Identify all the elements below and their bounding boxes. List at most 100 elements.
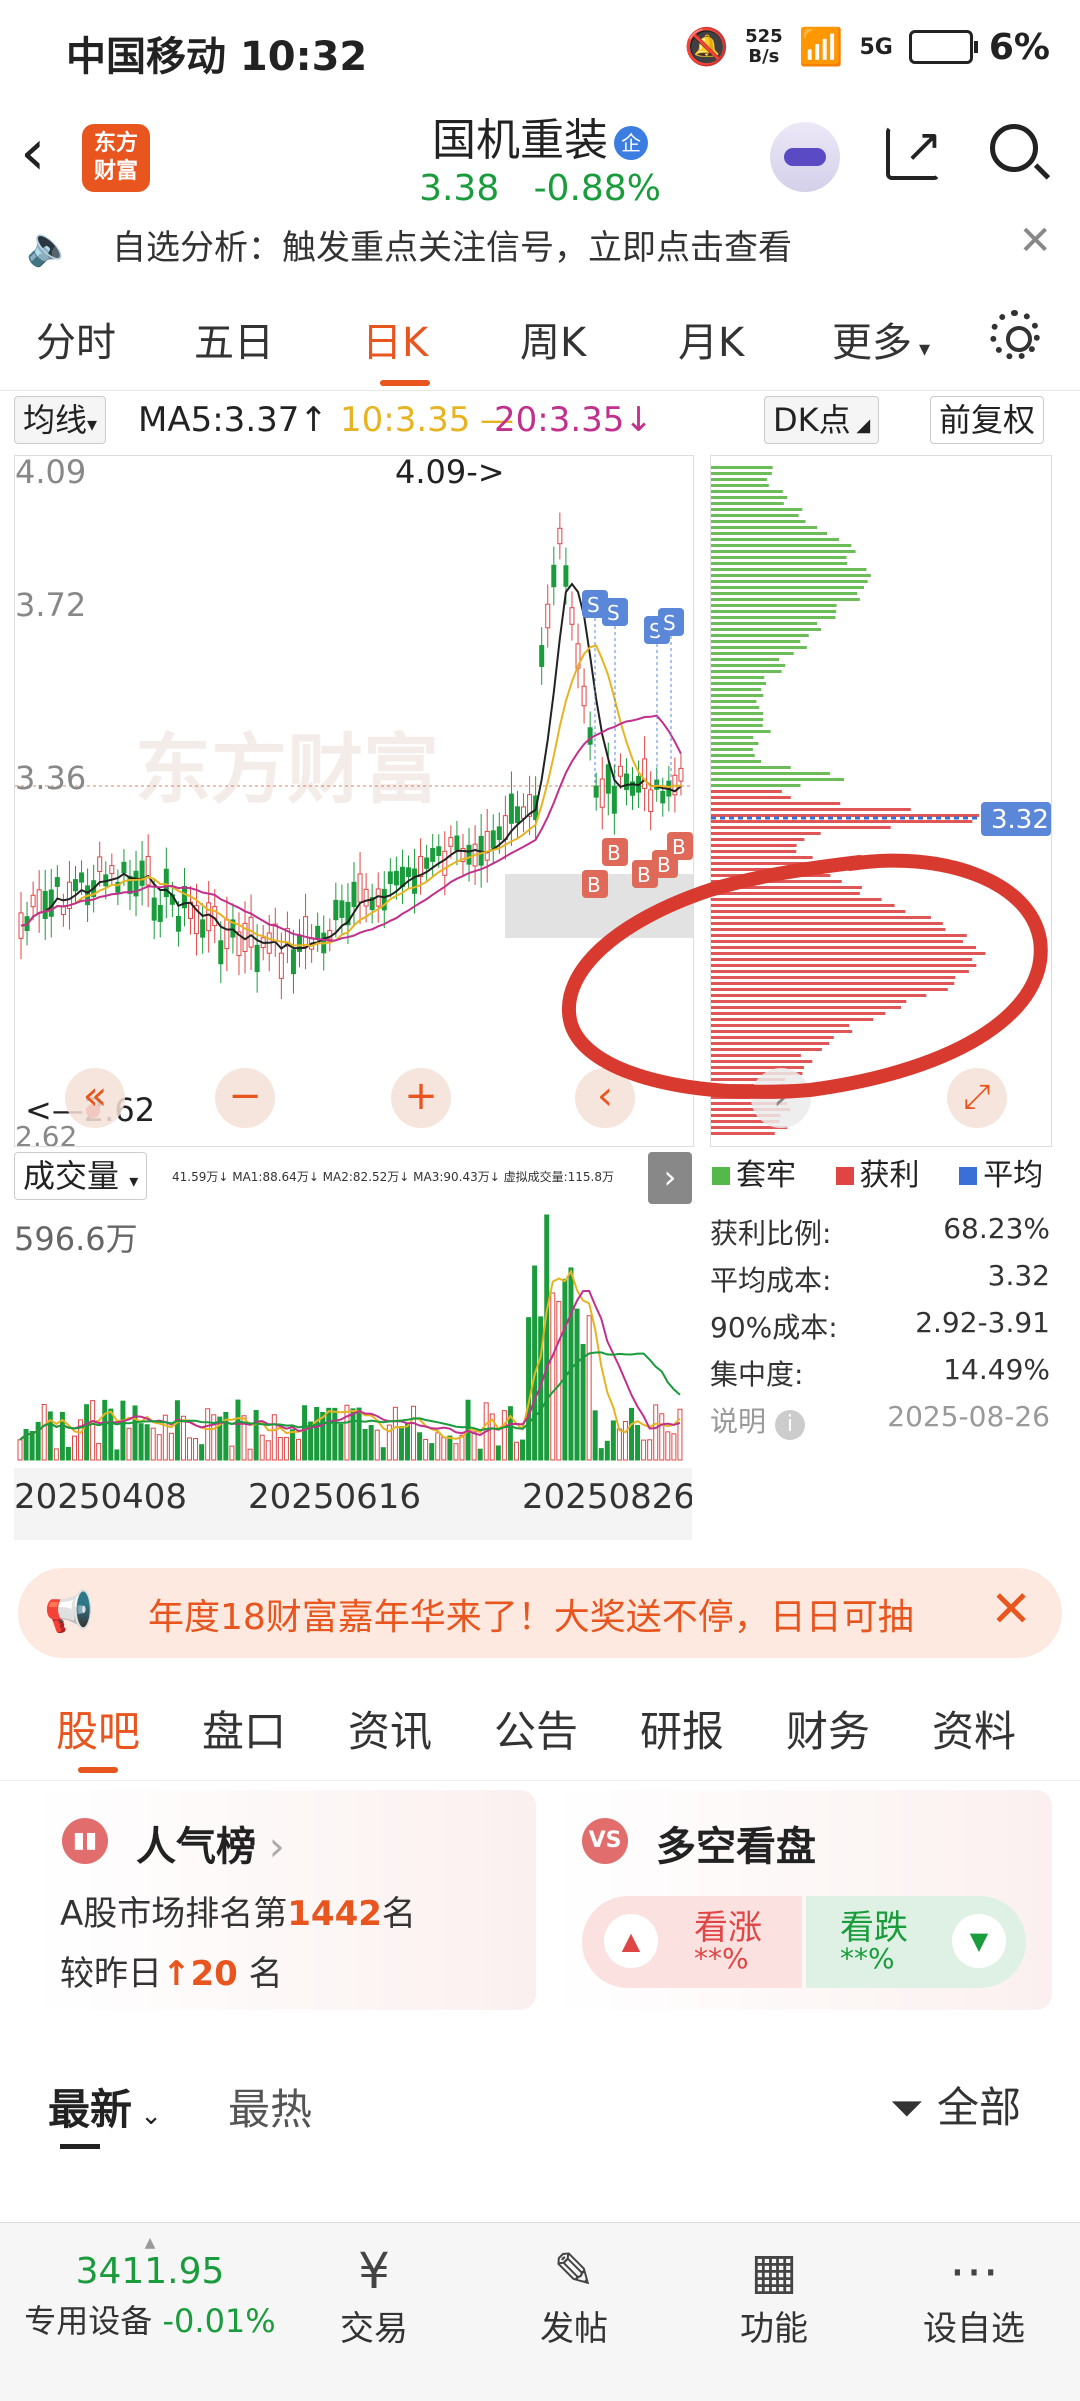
volume-bar [168, 1432, 174, 1461]
date-label-3: 20250826 [522, 1477, 692, 1517]
chip-bar [711, 802, 841, 805]
sort-latest[interactable]: 最新 ⌄ [48, 2076, 162, 2137]
chip-bar [711, 484, 769, 487]
notice-bar[interactable]: 🔈 自选分析：触发重点关注信号，立即点击查看 ✕ [0, 218, 1080, 278]
close-icon[interactable]: ✕ [1018, 218, 1052, 264]
chip-bar [711, 598, 860, 601]
zoom-out-button[interactable]: − [215, 1068, 275, 1128]
index-widget[interactable]: ▲ 3411.95 专用设备 -0.01% [0, 2235, 300, 2342]
tab-news[interactable]: 资讯 [348, 1698, 432, 1759]
tab-profile[interactable]: 资料 [932, 1698, 1016, 1759]
volume-bar [562, 1278, 568, 1461]
volume-bar [338, 1423, 344, 1461]
ai-assistant-icon[interactable] [770, 122, 840, 192]
volume-select[interactable]: 成交量 ▾ [14, 1152, 148, 1200]
nav-add-watchlist[interactable]: ⋯ 设自选 [894, 2241, 1054, 2350]
tab-intraday[interactable]: 分时 [36, 310, 116, 368]
indicator-select[interactable]: 均线▾ [14, 396, 107, 444]
chip-bar [711, 628, 822, 631]
tab-guba[interactable]: 股吧 [56, 1698, 140, 1773]
nav-trade[interactable]: ¥ 交易 [294, 2241, 454, 2350]
tab-announcements[interactable]: 公告 [494, 1698, 578, 1759]
legend-swatch-profit [835, 1167, 854, 1185]
sort-hot[interactable]: 最热 [228, 2076, 312, 2137]
candle [527, 775, 533, 836]
stat-row: 获利比例: 68.23% [710, 1212, 1050, 1250]
chip-bar [711, 688, 762, 691]
sell-mark: S [602, 598, 628, 786]
triangle-up-icon: ▲ [604, 1914, 658, 1968]
tab-finance[interactable]: 财务 [786, 1698, 870, 1759]
candle [490, 814, 496, 865]
explain-row[interactable]: 说明 i 2025-08-26 [710, 1400, 1050, 1447]
candle [290, 929, 296, 994]
info-tabs: 股吧 盘口 资讯 公告 研报 财务 资料 [0, 1690, 1080, 1781]
volume-bar [568, 1267, 574, 1461]
enterprise-badge: 企 [614, 126, 648, 160]
promo-banner[interactable]: 📢 年度18财富嘉年华来了！大奖送不停，日日可抽 ✕ [18, 1568, 1062, 1658]
adjust-button[interactable]: 前复权 [930, 396, 1045, 444]
volume-bar [550, 1292, 556, 1461]
nav-functions[interactable]: ▦ 功能 [694, 2241, 854, 2350]
volume-bar [665, 1431, 671, 1461]
volume-bar [235, 1399, 241, 1461]
chip-bar [711, 820, 973, 823]
volume-bar [501, 1410, 507, 1461]
candle [42, 869, 48, 941]
tab-weekly-k[interactable]: 周K [520, 310, 586, 368]
volume-ma-values: 41.59万↓ MA1:88.64万↓ MA2:82.52万↓ MA3:90.4… [172, 1170, 615, 1184]
close-promo-icon[interactable]: ✕ [990, 1580, 1032, 1638]
volume-bar [647, 1439, 653, 1461]
candle [151, 879, 157, 940]
chip-bar [711, 694, 764, 697]
status-bar: 中国移动 10:32 🔕 525 B/s 📶 5G 6% [0, 0, 1080, 100]
chip-legend: 套牢 获利 平均 [710, 1150, 1060, 1194]
tab-more[interactable]: 更多 ▾ [832, 310, 930, 368]
filter-button[interactable]: ⏷ 全部 [890, 2074, 1021, 2135]
chip-bar [711, 796, 791, 799]
tab-daily-k[interactable]: 日K [362, 310, 431, 386]
stat-row: 平均成本: 3.32 [710, 1259, 1050, 1297]
chip-bar [711, 622, 818, 625]
card-title: 多空看盘 [656, 1824, 816, 1870]
hand-drawn-circle [561, 853, 1048, 1099]
rewind-button[interactable]: « [65, 1068, 125, 1128]
zoom-in-button[interactable]: + [391, 1068, 451, 1128]
dk-point-button[interactable]: DK点 ◢ [764, 396, 880, 444]
gear-icon[interactable] [990, 310, 1040, 360]
tab-research[interactable]: 研报 [640, 1698, 724, 1759]
watermark: 东方财富 [135, 725, 439, 814]
battery-level: 6% [988, 26, 1050, 68]
chip-bar [711, 844, 797, 847]
svg-text:S: S [587, 593, 600, 617]
status-icons: 🔕 525 B/s 📶 5G 6% [684, 26, 1050, 69]
candle [163, 847, 169, 919]
tab-five-day[interactable]: 五日 [194, 310, 274, 368]
wifi-icon: 📶 [798, 27, 844, 68]
nav-post[interactable]: ✎ 发帖 [494, 2241, 654, 2350]
date-label-1: 20250408 [14, 1477, 187, 1517]
volume-chart[interactable]: 596.6万 20250408 20250616 20250826 [14, 1210, 695, 1540]
volume-bar [635, 1424, 641, 1461]
search-icon[interactable] [990, 124, 1038, 172]
volume-bar [526, 1317, 532, 1461]
candle [48, 868, 54, 938]
popularity-card[interactable]: ▮▮ 人气榜 › A股市场排名第1442名 较昨日↑20 名 [36, 1790, 536, 2010]
candle [508, 771, 514, 846]
tab-monthly-k[interactable]: 月K [678, 310, 744, 368]
volume-bar [671, 1433, 677, 1461]
expand-panel-button[interactable]: › [648, 1152, 692, 1204]
candle [551, 546, 557, 606]
candle [97, 841, 103, 887]
legend-swatch-trapped [712, 1167, 730, 1185]
chip-bar [711, 514, 799, 517]
chip-bar [711, 556, 847, 559]
vote-down-button[interactable]: 看跌 **% ▼ [806, 1896, 1026, 1988]
chip-bar [711, 550, 856, 553]
vote-up-button[interactable]: ▲ 看涨 **% [582, 1896, 802, 1988]
volume-bar [35, 1421, 41, 1461]
volume-bar [435, 1432, 441, 1461]
volume-bar [277, 1437, 283, 1461]
volume-bar [326, 1407, 332, 1461]
tab-pankou[interactable]: 盘口 [202, 1698, 286, 1759]
